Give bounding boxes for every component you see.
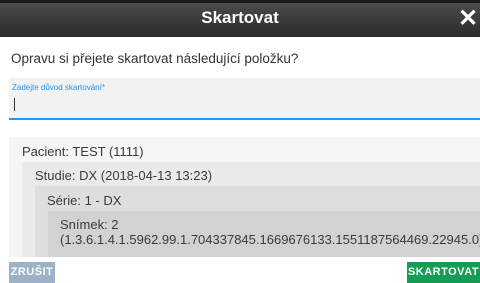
confirm-shred-button[interactable]: SKARTOVAT <box>407 262 480 283</box>
tree-item-study: Studie: DX (2018-04-13 13:23) Série: 1 -… <box>22 162 480 257</box>
image-uid: (1.3.6.1.4.1.5962.99.1.704337845.1669676… <box>60 232 480 247</box>
dialog-title: Skartovat <box>201 8 279 27</box>
confirmation-question: Opravu si přejete skartovat následující … <box>11 51 299 66</box>
image-label: Snímek: 2 (1.3.6.1.4.1.5962.99.1.7043378… <box>60 217 480 247</box>
tree-item-image: Snímek: 2 (1.3.6.1.4.1.5962.99.1.7043378… <box>48 211 480 257</box>
text-caret <box>14 98 15 111</box>
dialog-titlebar: Skartovat ✕ <box>0 0 480 37</box>
reason-field[interactable]: Zadejte důvod skartování* <box>9 78 480 120</box>
cancel-button[interactable]: ZRUŠIT <box>9 262 55 283</box>
study-label: Studie: DX (2018-04-13 13:23) <box>35 168 213 183</box>
close-icon[interactable]: ✕ <box>458 5 480 35</box>
tree-item-patient: Pacient: TEST (1111) Studie: DX (2018-04… <box>9 137 480 257</box>
image-number: Snímek: 2 <box>60 217 119 232</box>
reason-field-label: Zadejte důvod skartování* <box>12 83 105 92</box>
series-label: Série: 1 - DX <box>47 193 122 208</box>
item-tree: Pacient: TEST (1111) Studie: DX (2018-04… <box>9 137 480 257</box>
reason-input[interactable] <box>12 94 472 112</box>
tree-item-series: Série: 1 - DX Snímek: 2 (1.3.6.1.4.1.596… <box>35 186 480 257</box>
patient-label: Pacient: TEST (1111) <box>22 144 144 159</box>
